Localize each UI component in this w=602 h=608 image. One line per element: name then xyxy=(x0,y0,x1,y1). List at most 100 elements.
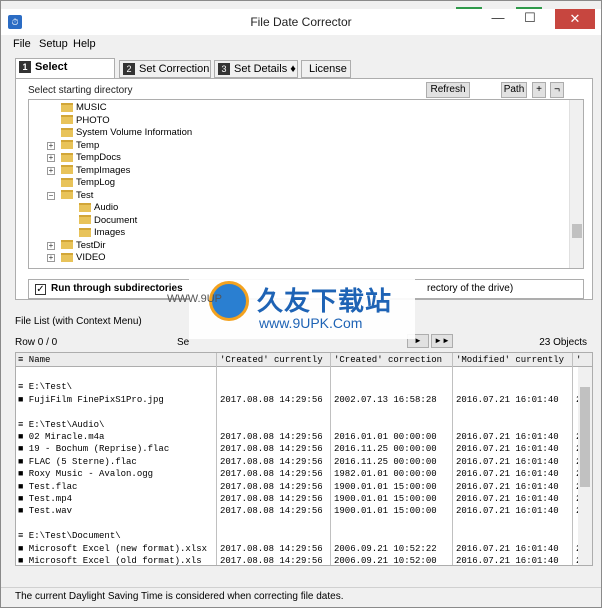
subdirectories-checkbox[interactable]: ✓ xyxy=(35,284,46,295)
refresh-button[interactable]: Refresh xyxy=(426,82,470,98)
tree-item[interactable]: Document xyxy=(79,215,137,227)
tree-item[interactable]: − Test xyxy=(47,190,93,202)
created-current-cell[interactable]: 2017.08.08 14:29:56 xyxy=(220,493,323,505)
file-name-cell[interactable]: ■ Test.flac xyxy=(18,481,216,493)
tab-select-directory[interactable]: 1Select Directory xyxy=(15,58,115,89)
plus-button[interactable]: + xyxy=(532,82,546,98)
column-modified-current[interactable]: 'Modified' currently xyxy=(456,354,564,366)
tree-expander-icon[interactable]: + xyxy=(47,254,55,262)
created-current-cell[interactable]: 2017.08.08 14:29:56 xyxy=(220,431,323,443)
modified-current-cell[interactable]: 2016.07.21 16:01:40 xyxy=(456,543,559,555)
modified-current-cell[interactable]: 2016.07.21 16:01:40 xyxy=(456,505,559,517)
close-button[interactable]: ✕ xyxy=(555,9,595,29)
created-correction-cell[interactable]: 1900.01.01 15:00:00 xyxy=(334,481,437,493)
created-correction-cell[interactable]: 1900.01.01 15:00:00 xyxy=(334,505,437,517)
directory-tree[interactable]: MUSIC PHOTO System Volume Information + Temp… xyxy=(28,99,584,269)
file-name-cell[interactable]: ■ FLAC (5 Sterne).flac xyxy=(18,456,216,468)
file-grid[interactable]: ≡ Name 'Created' currently 'Created' cor… xyxy=(15,352,593,566)
grid-horizontal-scrollbar[interactable] xyxy=(15,567,593,579)
menu-file[interactable]: File xyxy=(13,38,31,50)
tab-set-details[interactable]: 3 Set Details ♦ xyxy=(214,60,298,78)
file-name-cell[interactable]: ■ Roxy Music - Avalon.ogg xyxy=(18,468,216,480)
created-current-cell[interactable]: 2017.08.08 14:29:56 xyxy=(220,394,323,406)
tree-item[interactable]: System Volume Information xyxy=(61,127,192,139)
grid-scrollbar[interactable] xyxy=(578,367,592,565)
group-row[interactable]: ≡ E:\Test\Document\ xyxy=(18,530,121,542)
created-current-cell[interactable]: 2017.08.08 14:29:56 xyxy=(220,481,323,493)
tree-item[interactable]: TempLog xyxy=(61,177,115,189)
created-current-cell[interactable]: 2017.08.08 14:29:56 xyxy=(220,505,323,517)
file-name-cell[interactable]: ■ Test.wav xyxy=(18,505,216,517)
folder-icon xyxy=(61,102,73,112)
tree-item[interactable]: + VIDEO xyxy=(47,252,106,264)
column-extra[interactable]: ' xyxy=(576,354,581,366)
created-current-cell[interactable]: 2017.08.08 14:29:56 xyxy=(220,543,323,555)
created-correction-cell[interactable]: 2006.09.21 10:52:00 xyxy=(334,555,437,565)
column-separator[interactable] xyxy=(452,353,453,565)
file-name-cell[interactable]: ■ 19 - Bochum (Reprise).flac xyxy=(18,443,216,455)
tree-scroll-thumb[interactable] xyxy=(572,224,582,238)
tree-expander-icon[interactable]: + xyxy=(47,241,55,250)
file-name-cell[interactable]: ■ 02 Miracle.m4a xyxy=(18,431,216,443)
created-current-cell[interactable]: 2017.08.08 14:29:56 xyxy=(220,468,323,480)
tree-item[interactable]: + TempDocs xyxy=(47,152,121,164)
created-current-cell[interactable]: 2017.08.08 14:29:56 xyxy=(220,443,323,455)
modified-current-cell[interactable]: 2016.07.21 16:01:40 xyxy=(456,555,559,565)
modified-current-cell[interactable]: 2016.07.21 16:01:40 xyxy=(456,481,559,493)
tree-item[interactable]: + TestDir xyxy=(47,240,106,252)
column-created-current[interactable]: 'Created' currently xyxy=(220,354,323,366)
tree-item[interactable]: + Temp xyxy=(47,140,99,152)
tab-label: License xyxy=(309,63,347,76)
status-bar: The current Daylight Saving Time is cons… xyxy=(1,587,601,607)
column-separator[interactable] xyxy=(216,353,217,565)
tab-license[interactable]: License xyxy=(301,60,351,78)
column-separator[interactable] xyxy=(572,353,573,565)
menu-setup[interactable]: Setup xyxy=(39,38,68,50)
grid-scroll-thumb[interactable] xyxy=(580,387,590,487)
tree-expander-icon[interactable]: + xyxy=(47,166,55,175)
folder-icon xyxy=(61,190,73,200)
last-button[interactable]: ►► xyxy=(431,334,453,348)
column-created-correction[interactable]: 'Created' correction xyxy=(334,354,442,366)
tab-set-correction[interactable]: 2 Set Correction xyxy=(119,60,211,78)
minimize-button[interactable]: — xyxy=(485,9,511,29)
path-button[interactable]: Path xyxy=(501,82,527,98)
created-correction-cell[interactable]: 2002.07.13 16:58:28 xyxy=(334,394,437,406)
created-correction-cell[interactable]: 2006.09.21 10:52:22 xyxy=(334,543,437,555)
created-current-cell[interactable]: 2017.08.08 14:29:56 xyxy=(220,456,323,468)
objects-count: 23 Objects xyxy=(539,337,587,348)
file-name-cell[interactable]: ■ Microsoft Excel (old format).xls xyxy=(18,555,216,565)
tree-expander-icon[interactable]: − xyxy=(47,191,55,200)
created-correction-cell[interactable]: 2016.11.25 00:00:00 xyxy=(334,443,437,455)
modified-current-cell[interactable]: 2016.07.21 16:01:40 xyxy=(456,493,559,505)
tree-expander-icon[interactable]: + xyxy=(47,154,55,162)
created-correction-cell[interactable]: 2016.01.01 00:00:00 xyxy=(334,431,437,443)
column-separator[interactable] xyxy=(330,353,331,565)
created-current-cell[interactable]: 2017.08.08 14:29:56 xyxy=(220,555,323,565)
modified-current-cell[interactable]: 2016.07.21 16:01:40 xyxy=(456,443,559,455)
modified-current-cell[interactable]: 2016.07.21 16:01:40 xyxy=(456,394,559,406)
menu-help[interactable]: Help xyxy=(73,38,96,50)
tree-item[interactable]: Images xyxy=(79,227,125,239)
group-row[interactable]: ≡ E:\Test\ xyxy=(18,381,72,393)
file-name-cell[interactable]: ■ FujiFilm FinePixS1Pro.jpg xyxy=(18,394,216,406)
tree-expander-icon[interactable]: + xyxy=(47,141,55,150)
folder-icon xyxy=(61,140,73,150)
tree-item[interactable]: MUSIC xyxy=(61,102,107,114)
not-button[interactable]: ¬ xyxy=(550,82,564,98)
file-name-cell[interactable]: ■ Microsoft Excel (new format).xlsx xyxy=(18,543,216,555)
maximize-button[interactable]: ☐ xyxy=(517,9,543,29)
modified-current-cell[interactable]: 2016.07.21 16:01:40 xyxy=(456,468,559,480)
tree-scrollbar[interactable] xyxy=(569,100,583,268)
tree-item[interactable]: + TempImages xyxy=(47,165,130,177)
file-name-cell[interactable]: ■ Test.mp4 xyxy=(18,493,216,505)
created-correction-cell[interactable]: 2016.11.25 00:00:00 xyxy=(334,456,437,468)
modified-current-cell[interactable]: 2016.07.21 16:01:40 xyxy=(456,456,559,468)
tree-item[interactable]: Audio xyxy=(79,202,118,214)
created-correction-cell[interactable]: 1900.01.01 15:00:00 xyxy=(334,493,437,505)
group-row[interactable]: ≡ E:\Test\Audio\ xyxy=(18,419,104,431)
column-name[interactable]: ≡ Name xyxy=(18,354,50,366)
created-correction-cell[interactable]: 1982.01.01 00:00:00 xyxy=(334,468,437,480)
tree-item[interactable]: PHOTO xyxy=(61,115,110,127)
modified-current-cell[interactable]: 2016.07.21 16:01:40 xyxy=(456,431,559,443)
